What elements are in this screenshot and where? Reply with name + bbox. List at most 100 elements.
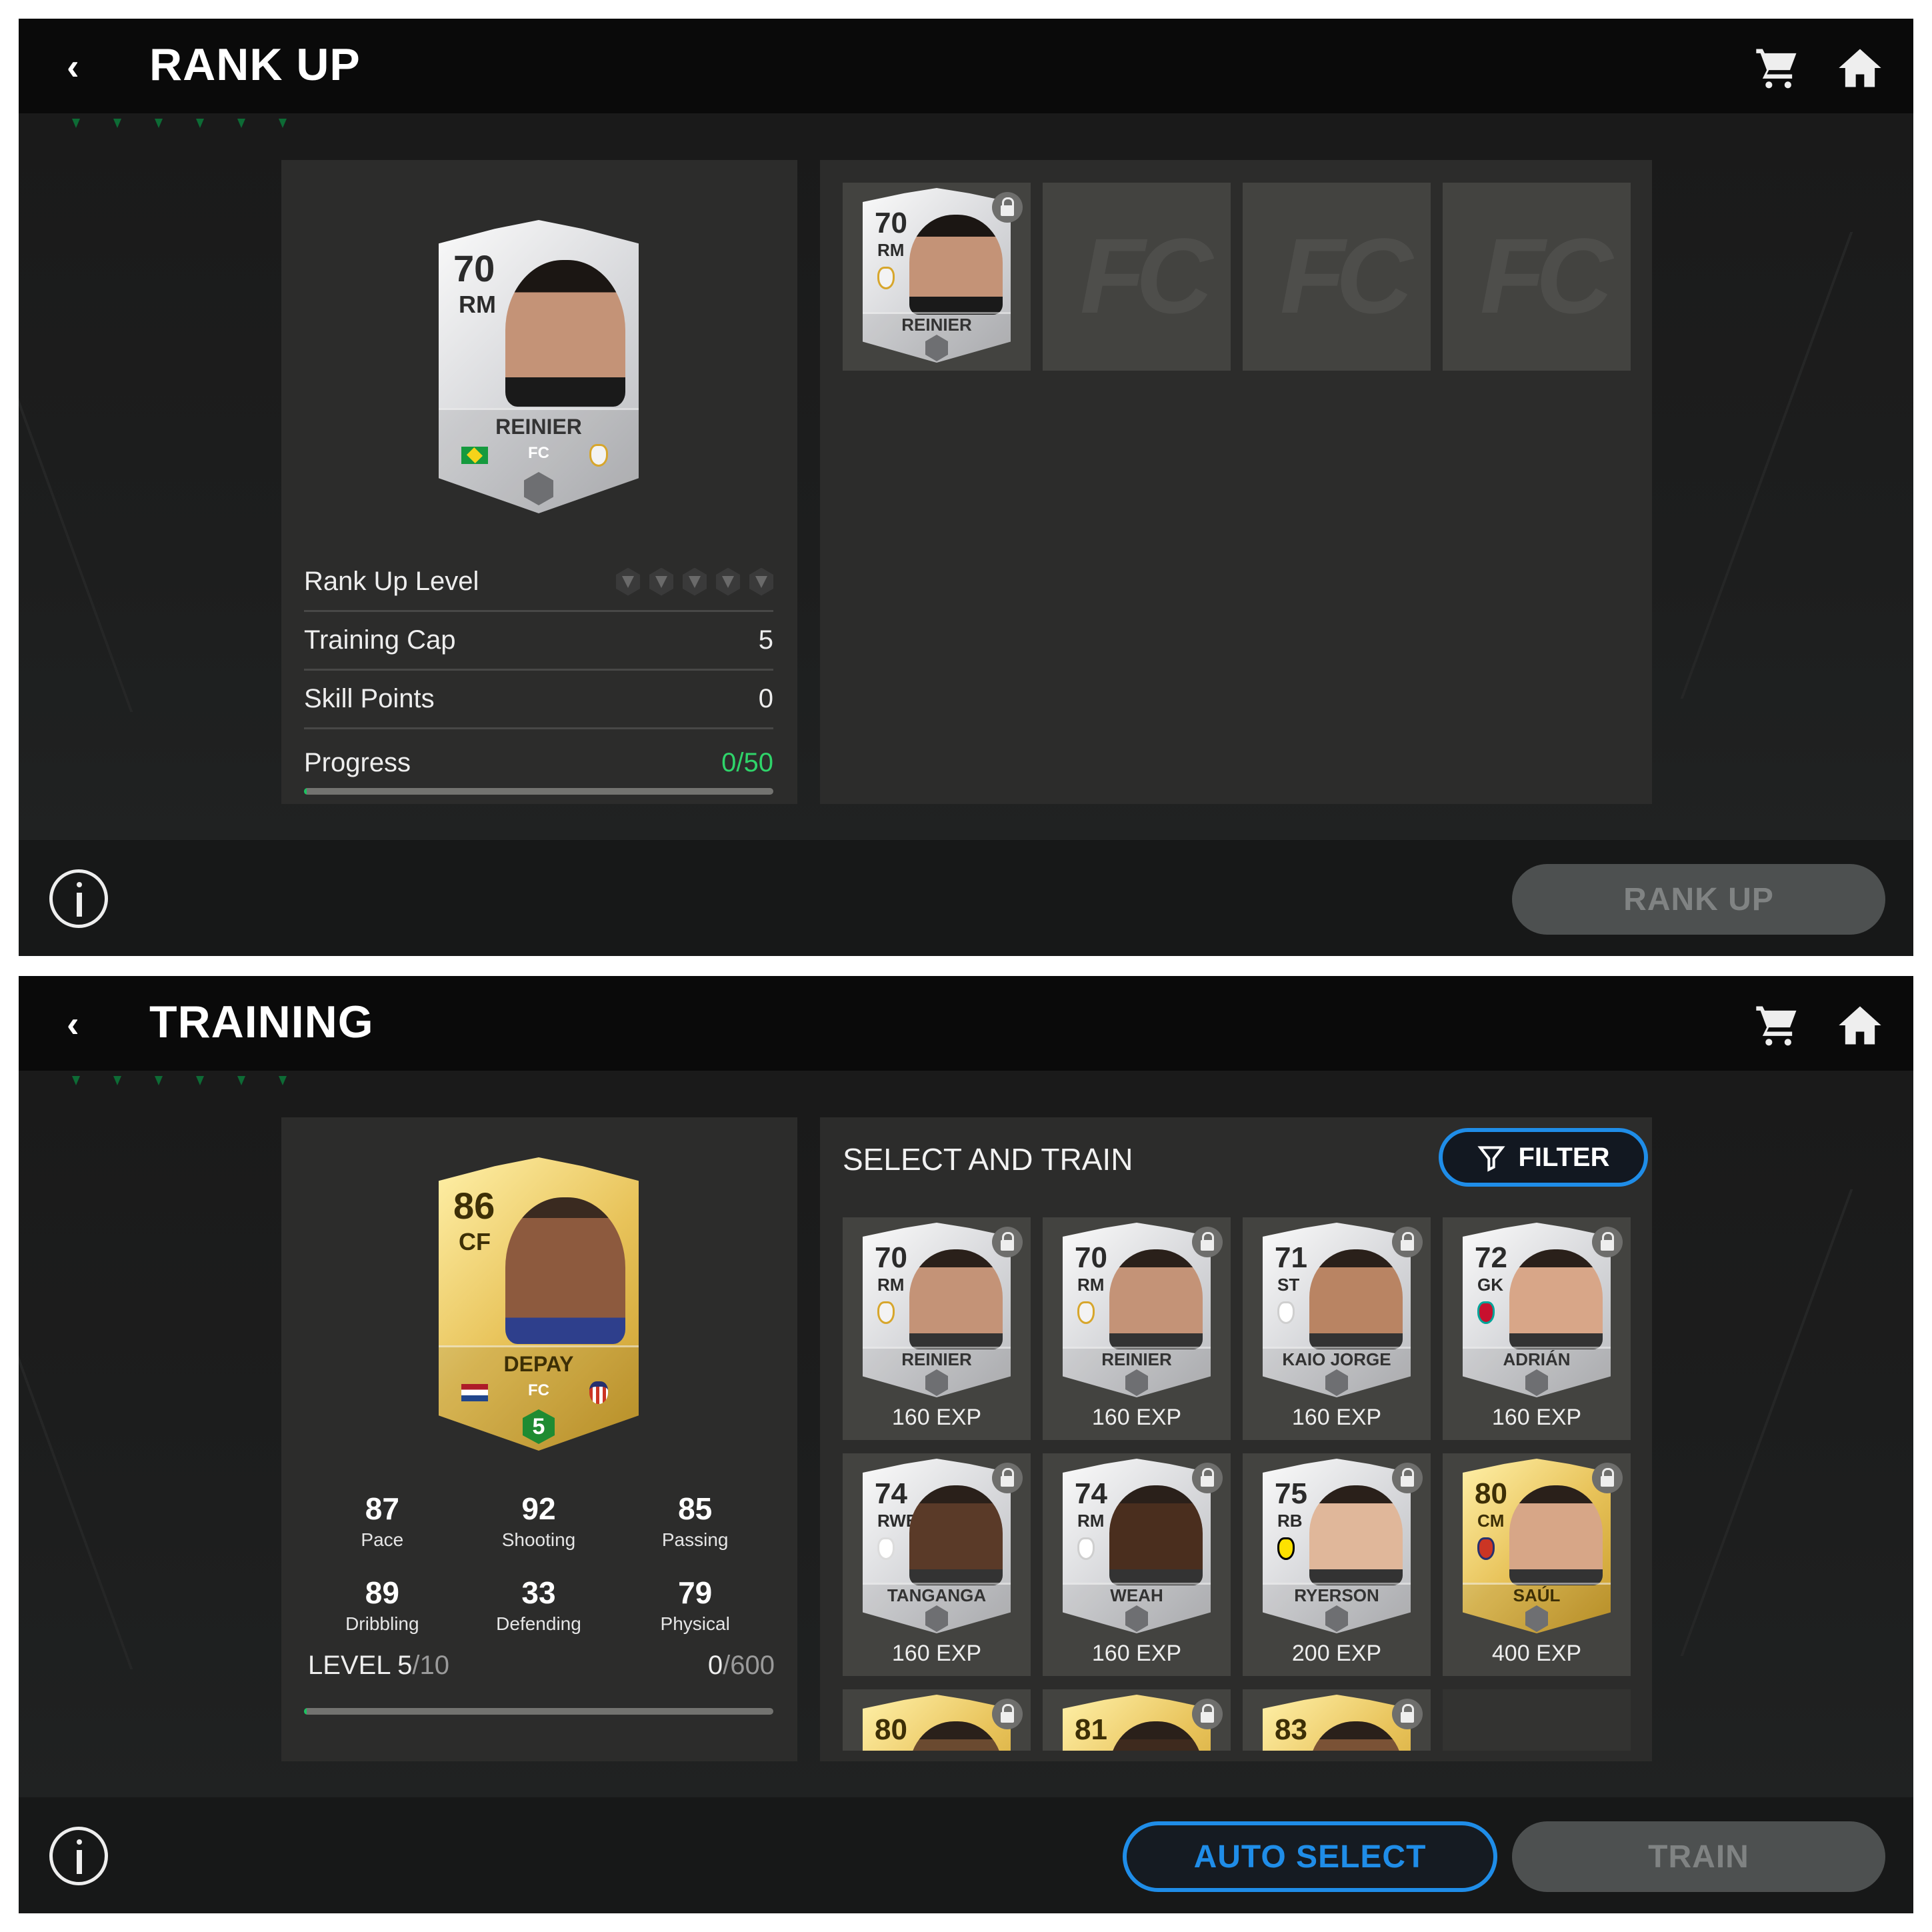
training-card-slot[interactable]: 74 RWB TANGANGA 160 EXP — [843, 1453, 1031, 1676]
club-badge-icon — [877, 1301, 895, 1324]
player-card[interactable]: 75 RB RYERSON — [1263, 1459, 1411, 1633]
lock-icon[interactable] — [1592, 1227, 1623, 1257]
top-bar: ‹ RANK UP — [19, 19, 1913, 128]
training-card-slot[interactable]: 74 RM WEAH 160 EXP — [1043, 1453, 1231, 1676]
training-card-slot[interactable]: 75 RB RYERSON 200 EXP — [1243, 1453, 1431, 1676]
training-card-slot[interactable]: 70 RM REINIER 160 EXP — [1043, 1217, 1231, 1440]
player-portrait — [505, 260, 625, 407]
attribute-grid: 87 Pace 92 Shooting 85 Passing 89 Dribbling … — [304, 1491, 773, 1635]
card-position: CF — [459, 1228, 491, 1255]
attribute-value: 33 — [521, 1575, 556, 1610]
auto-select-button[interactable]: AUTO SELECT — [1123, 1821, 1497, 1892]
rank-progress-fill — [304, 788, 307, 795]
player-portrait — [1509, 1249, 1603, 1349]
cart-icon[interactable] — [1752, 1000, 1803, 1051]
empty-slot — [1443, 1689, 1631, 1751]
stat-label: Training Cap — [304, 625, 456, 655]
card-player-name: DEPAY — [503, 1352, 574, 1376]
lock-icon[interactable] — [1392, 1699, 1423, 1729]
lock-icon[interactable] — [992, 1699, 1023, 1729]
exp-value: 400 EXP — [1491, 1641, 1582, 1666]
exp-current: 0 — [707, 1651, 723, 1680]
cart-icon[interactable] — [1752, 43, 1803, 93]
material-slot-1[interactable]: 70 RM REINIER — [843, 183, 1031, 371]
home-icon[interactable] — [1835, 1000, 1885, 1051]
back-button[interactable]: ‹ — [67, 1004, 107, 1044]
player-info-panel: 70 RM REINIER FC Rank Up Level Training … — [281, 160, 797, 804]
card-player-name: TANGANGA — [887, 1585, 987, 1605]
rank-gem-icon — [749, 567, 773, 596]
card-player-name: REINIER — [495, 415, 582, 439]
player-card[interactable]: 71 ST KAIO JORGE — [1263, 1223, 1411, 1397]
card-rating: 80 — [875, 1713, 907, 1746]
player-portrait — [1309, 1485, 1403, 1585]
info-icon[interactable] — [49, 1827, 108, 1885]
training-card-slot[interactable]: 83 — [1243, 1689, 1431, 1751]
training-card-slot[interactable]: 80 — [843, 1689, 1031, 1751]
club-badge-icon — [877, 267, 895, 289]
rank-progress-bar — [304, 788, 773, 795]
card-position: ST — [1277, 1275, 1300, 1295]
player-card[interactable]: 74 RM WEAH — [1063, 1459, 1211, 1633]
fc-watermark-icon: FC — [1480, 216, 1613, 335]
exp-value: 160 EXP — [891, 1405, 982, 1430]
top-bar: ‹ TRAINING — [19, 976, 1913, 1085]
card-position: RM — [877, 240, 905, 260]
attribute-dribbling: 89 Dribbling — [304, 1575, 461, 1635]
home-icon[interactable] — [1835, 43, 1885, 93]
stat-label: Rank Up Level — [304, 567, 479, 596]
rank-up-button[interactable]: RANK UP — [1512, 864, 1885, 935]
rank-gem-icon — [716, 567, 740, 596]
player-card[interactable]: 80 — [863, 1695, 1011, 1751]
training-card-slot[interactable]: 72 GK ADRIÁN 160 EXP — [1443, 1217, 1631, 1440]
attribute-label: Passing — [661, 1529, 729, 1550]
skill-points-row: Skill Points 0 — [304, 671, 773, 729]
training-card-list[interactable]: 70 RM REINIER 160 EXP 70 RM REINIER 160 EXP 71 ST… — [820, 1217, 1652, 1751]
card-rating: 70 — [1075, 1241, 1107, 1274]
lock-icon[interactable] — [992, 1463, 1023, 1493]
player-card[interactable]: 83 — [1263, 1695, 1411, 1751]
info-icon[interactable] — [49, 869, 108, 928]
section-title: SELECT AND TRAIN — [843, 1142, 1133, 1177]
filter-button[interactable]: FILTER — [1439, 1128, 1648, 1187]
back-button[interactable]: ‹ — [67, 47, 107, 87]
player-card[interactable]: 70 RM REINIER — [1063, 1223, 1211, 1397]
fc-watermark-icon: FC — [1280, 216, 1413, 335]
lock-icon[interactable] — [1192, 1699, 1223, 1729]
attribute-passing: 85 Passing — [617, 1491, 773, 1551]
material-slots-panel: 70 RM REINIER FC FC FC — [820, 160, 1652, 804]
material-slot-3[interactable]: FC — [1243, 183, 1431, 371]
card-player-name: WEAH — [1110, 1585, 1163, 1605]
training-card-slot[interactable]: 81 — [1043, 1689, 1231, 1751]
lock-icon[interactable] — [1392, 1227, 1423, 1257]
training-card-slot[interactable]: 71 ST KAIO JORGE 160 EXP — [1243, 1217, 1431, 1440]
player-card[interactable]: 86 CF DEPAY FC 5 — [439, 1157, 639, 1451]
training-screen: ‹ TRAINING 86 CF DEPAY FC 5 87 Pace 92 Sho… — [19, 976, 1913, 1913]
club-badge-icon — [1477, 1301, 1495, 1324]
card-rating: 74 — [1075, 1477, 1107, 1510]
lock-icon[interactable] — [1592, 1463, 1623, 1493]
player-portrait — [1109, 1721, 1203, 1751]
player-card[interactable]: 70 RM REINIER — [863, 188, 1011, 363]
player-card[interactable]: 81 — [1063, 1695, 1211, 1751]
player-card[interactable]: 70 RM REINIER — [863, 1223, 1011, 1397]
material-slot-4[interactable]: FC — [1443, 183, 1631, 371]
card-rating: 72 — [1475, 1241, 1507, 1274]
attribute-physical: 79 Physical — [617, 1575, 773, 1635]
lock-icon[interactable] — [992, 1227, 1023, 1257]
training-card-slot[interactable]: 70 RM REINIER 160 EXP — [843, 1217, 1031, 1440]
player-card[interactable]: 74 RWB TANGANGA — [863, 1459, 1011, 1633]
train-button[interactable]: TRAIN — [1512, 1821, 1885, 1892]
bottom-bar: AUTO SELECT TRAIN — [19, 1797, 1913, 1913]
player-card[interactable]: 72 GK ADRIÁN — [1463, 1223, 1611, 1397]
material-slot-2[interactable]: FC — [1043, 183, 1231, 371]
card-rating: 83 — [1275, 1713, 1307, 1746]
lock-icon[interactable] — [992, 192, 1023, 223]
player-card[interactable]: 70 RM REINIER FC — [439, 220, 639, 513]
lock-icon[interactable] — [1392, 1463, 1423, 1493]
training-card-slot[interactable]: 80 CM SAÚL 400 EXP — [1443, 1453, 1631, 1676]
lock-icon[interactable] — [1192, 1463, 1223, 1493]
player-card[interactable]: 80 CM SAÚL — [1463, 1459, 1611, 1633]
club-badge-icon — [589, 1381, 608, 1404]
lock-icon[interactable] — [1192, 1227, 1223, 1257]
